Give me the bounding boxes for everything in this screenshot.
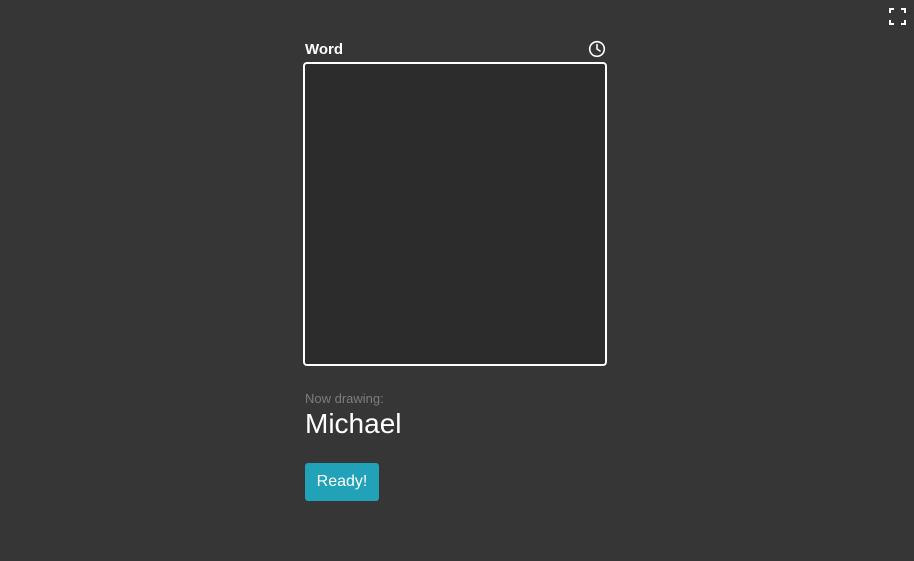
drawing-canvas[interactable] <box>303 62 607 366</box>
drawer-name: Michael <box>305 408 402 439</box>
ready-button[interactable]: Ready! <box>305 463 379 501</box>
fullscreen-icon[interactable] <box>889 8 906 25</box>
now-drawing-label: Now drawing: <box>305 391 384 406</box>
clock-icon <box>588 40 606 58</box>
word-label: Word <box>305 41 344 58</box>
word-header: Word <box>305 40 606 60</box>
